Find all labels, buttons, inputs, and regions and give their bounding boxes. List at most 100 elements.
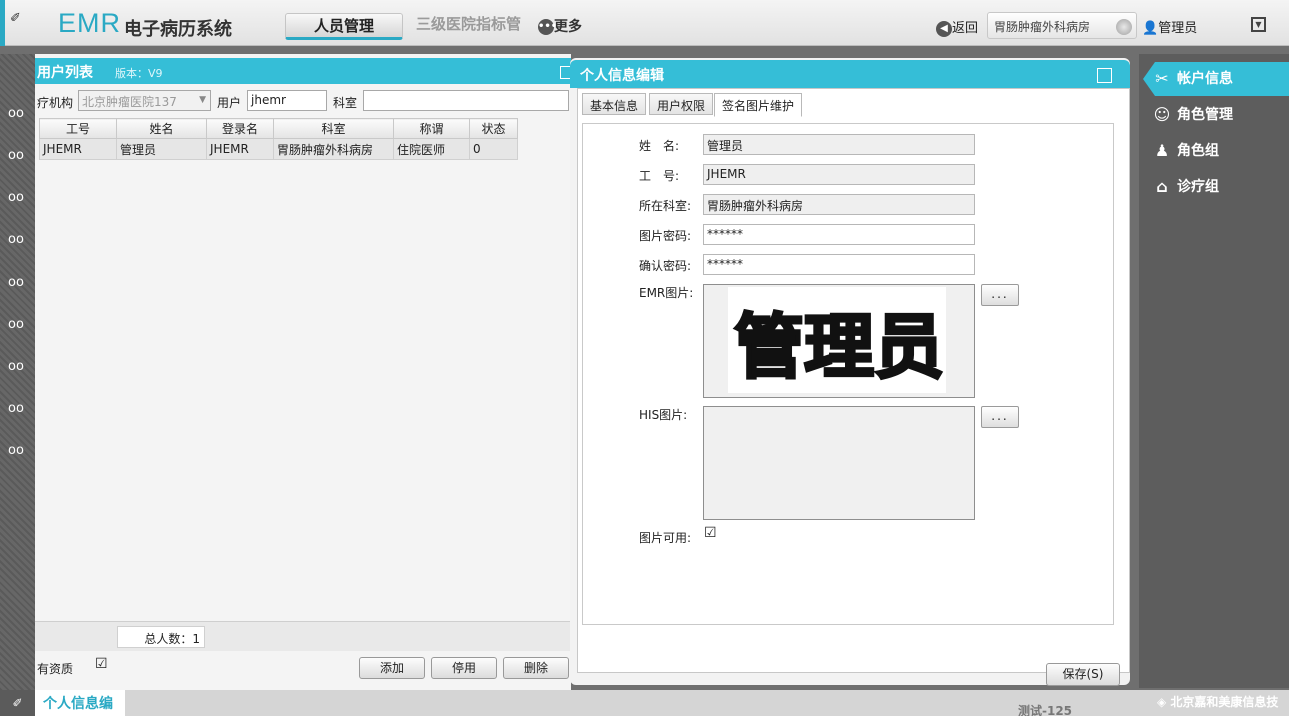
signature-image: 管理员 — [728, 287, 946, 393]
menu-item-account-info[interactable]: ✂ 帐户信息 — [1143, 62, 1289, 96]
editor-title: 个人信息编辑 — [580, 68, 664, 84]
save-button[interactable]: 保存(S) — [1046, 663, 1120, 686]
menu-item-label: 角色组 — [1177, 143, 1219, 159]
department-label: 所在科室: — [639, 199, 692, 213]
dept-filter-input[interactable] — [363, 90, 569, 111]
chevron-down-icon[interactable]: ▼ — [1251, 17, 1266, 32]
browse-emr-image-button[interactable]: ... — [981, 284, 1019, 306]
nav-tab-staff-management[interactable]: 人员管理 — [285, 13, 403, 40]
wrench-icon: ✂ — [1155, 69, 1169, 88]
emr-image-box[interactable]: 管理员 — [703, 284, 975, 398]
emr-image-label: EMR图片: — [639, 286, 694, 300]
brand-logo: EMR — [58, 8, 121, 38]
table-cell: 住院医师 — [393, 138, 470, 160]
medical-group-icon: ⌂ — [1156, 177, 1168, 196]
add-button[interactable]: 添加 — [359, 657, 425, 679]
image-password-label: 图片密码: — [639, 229, 692, 243]
delete-button[interactable]: 删除 — [503, 657, 569, 679]
company-label: ◈ 北京嘉和美康信息技 — [1157, 693, 1278, 710]
rail-binoculars-icon[interactable]: oo — [2, 148, 30, 163]
table-cell: JHEMR — [206, 138, 274, 160]
image-available-checkbox[interactable]: ☑ — [704, 526, 717, 540]
nav-tab-quality-indicators[interactable]: 三级医院指标管 — [416, 13, 521, 34]
left-rail: oo oo oo oo oo oo oo oo oo — [0, 54, 35, 690]
user-filter-label: 用户 — [217, 96, 242, 110]
rail-binoculars-icon[interactable]: oo — [2, 443, 30, 458]
column-header[interactable]: 称谓 — [393, 118, 470, 139]
current-user[interactable]: 👤管理员 — [1142, 17, 1197, 36]
department-select-value: 胃肠肿瘤外科病房 — [994, 20, 1091, 34]
bottom-bar: ✐ 个人信息编 测试-125 ◈ 北京嘉和美康信息技 — [0, 690, 1289, 716]
org-select[interactable]: 北京肿瘤医院137 ▼ — [78, 90, 211, 111]
chevron-down-icon: ▼ — [199, 95, 206, 105]
column-header[interactable]: 登录名 — [206, 118, 274, 139]
department-select[interactable]: 胃肠肿瘤外科病房 — [987, 12, 1137, 39]
header-accent-strip — [0, 0, 5, 46]
tab-signature-image[interactable]: 签名图片维护 — [714, 93, 803, 117]
table-cell: 0 — [469, 138, 518, 160]
table-row[interactable]: JHEMR 管理员 JHEMR 胃肠肿瘤外科病房 住院医师 0 — [39, 138, 518, 160]
table-header-row: 工号 姓名 登录名 科室 称谓 状态 — [39, 118, 518, 139]
back-button[interactable]: ◀ 返回 — [936, 17, 978, 37]
his-image-box[interactable] — [703, 406, 975, 520]
rail-binoculars-icon[interactable]: oo — [2, 190, 30, 205]
user-list-panel: 用户列表 版本：V9 疗机构 北京肿瘤医院137 ▼ 用户 jhemr 科室 工… — [35, 54, 572, 690]
rail-binoculars-icon[interactable]: oo — [2, 317, 30, 332]
dept-filter-label: 科室 — [333, 96, 358, 110]
company-logo-icon: ◈ — [1157, 695, 1167, 709]
menu-item-role-group[interactable]: ♟ 角色组 — [1151, 136, 1289, 166]
editor-titlebar: 个人信息编辑 — [570, 60, 1130, 88]
table-cell: 胃肠肿瘤外科病房 — [273, 138, 394, 160]
arrow-left-icon: ◀ — [936, 20, 952, 37]
version-label: 版本：V9 — [115, 67, 163, 80]
employee-id-field[interactable]: JHEMR — [703, 164, 975, 185]
menu-item-medical-group[interactable]: ⌂ 诊疗组 — [1151, 172, 1289, 202]
tab-user-permissions[interactable]: 用户权限 — [649, 93, 714, 115]
rail-binoculars-icon[interactable]: oo — [2, 106, 30, 121]
column-header[interactable]: 姓名 — [116, 118, 207, 139]
list-status-bar: 总人数：1 — [35, 621, 571, 651]
user-filter-input[interactable]: jhemr — [247, 90, 327, 111]
his-image-label: HIS图片: — [639, 408, 688, 422]
signature-tab-content: 姓 名: 管理员 工 号: JHEMR 所在科室: 胃肠肿瘤外科病房 图片密码:… — [582, 123, 1114, 625]
column-header[interactable]: 工号 — [39, 118, 117, 139]
disable-button[interactable]: 停用 — [431, 657, 497, 679]
department-field[interactable]: 胃肠肿瘤外科病房 — [703, 194, 975, 215]
nav-more-label: 更多 — [554, 19, 582, 35]
menu-item-label: 角色管理 — [1177, 107, 1233, 123]
tab-basic-info[interactable]: 基本信息 — [582, 93, 647, 115]
pin-icon[interactable]: ✐ — [10, 11, 21, 26]
browse-his-image-button[interactable]: ... — [981, 406, 1019, 428]
user-list-titlebar: 用户列表 版本：V9 — [35, 58, 572, 84]
bottom-tab-personal-info[interactable]: 个人信息编 — [35, 690, 125, 716]
image-password-field[interactable]: ****** — [703, 224, 975, 245]
table-cell: JHEMR — [39, 138, 117, 160]
menu-item-label: 帐户信息 — [1177, 71, 1233, 87]
column-header[interactable]: 科室 — [273, 118, 394, 139]
environment-label: 测试-125 — [1018, 704, 1073, 716]
user-list-title: 用户列表 — [37, 65, 93, 81]
rail-binoculars-icon[interactable]: oo — [2, 275, 30, 290]
org-label: 疗机构 — [37, 96, 74, 110]
employee-id-label: 工 号: — [639, 169, 680, 183]
column-header[interactable]: 状态 — [469, 118, 518, 139]
confirm-password-field[interactable]: ****** — [703, 254, 975, 275]
pin-icon[interactable]: ✐ — [0, 690, 35, 716]
role-icon: ☺ — [1153, 105, 1171, 124]
name-field[interactable]: 管理员 — [703, 134, 975, 155]
maximize-icon[interactable] — [1097, 68, 1112, 83]
qualification-label: 有资质 — [37, 662, 74, 676]
menu-item-role-management[interactable]: ☺ 角色管理 — [1151, 100, 1289, 130]
rail-binoculars-icon[interactable]: oo — [2, 359, 30, 374]
rail-binoculars-icon[interactable]: oo — [2, 401, 30, 416]
more-dots-icon: ••• — [538, 19, 557, 35]
editor-body: 基本信息 用户权限 签名图片维护 姓 名: 管理员 工 号: JHEMR 所在科… — [577, 88, 1130, 686]
nav-more-button[interactable]: •••更多 — [538, 16, 582, 36]
personal-info-editor: 个人信息编辑 基本信息 用户权限 签名图片维护 姓 名: 管理员 工 号: JH… — [570, 58, 1130, 686]
top-header: ✐ EMR 电子病历系统 人员管理 三级医院指标管 •••更多 ◀ 返回 胃肠肿瘤… — [0, 0, 1289, 46]
confirm-password-label: 确认密码: — [639, 259, 692, 273]
rail-binoculars-icon[interactable]: oo — [2, 232, 30, 247]
group-icon: ♟ — [1154, 141, 1170, 160]
signature-graphic: 管理员 — [733, 305, 946, 390]
qualification-checkbox[interactable]: ☑ — [95, 657, 108, 671]
